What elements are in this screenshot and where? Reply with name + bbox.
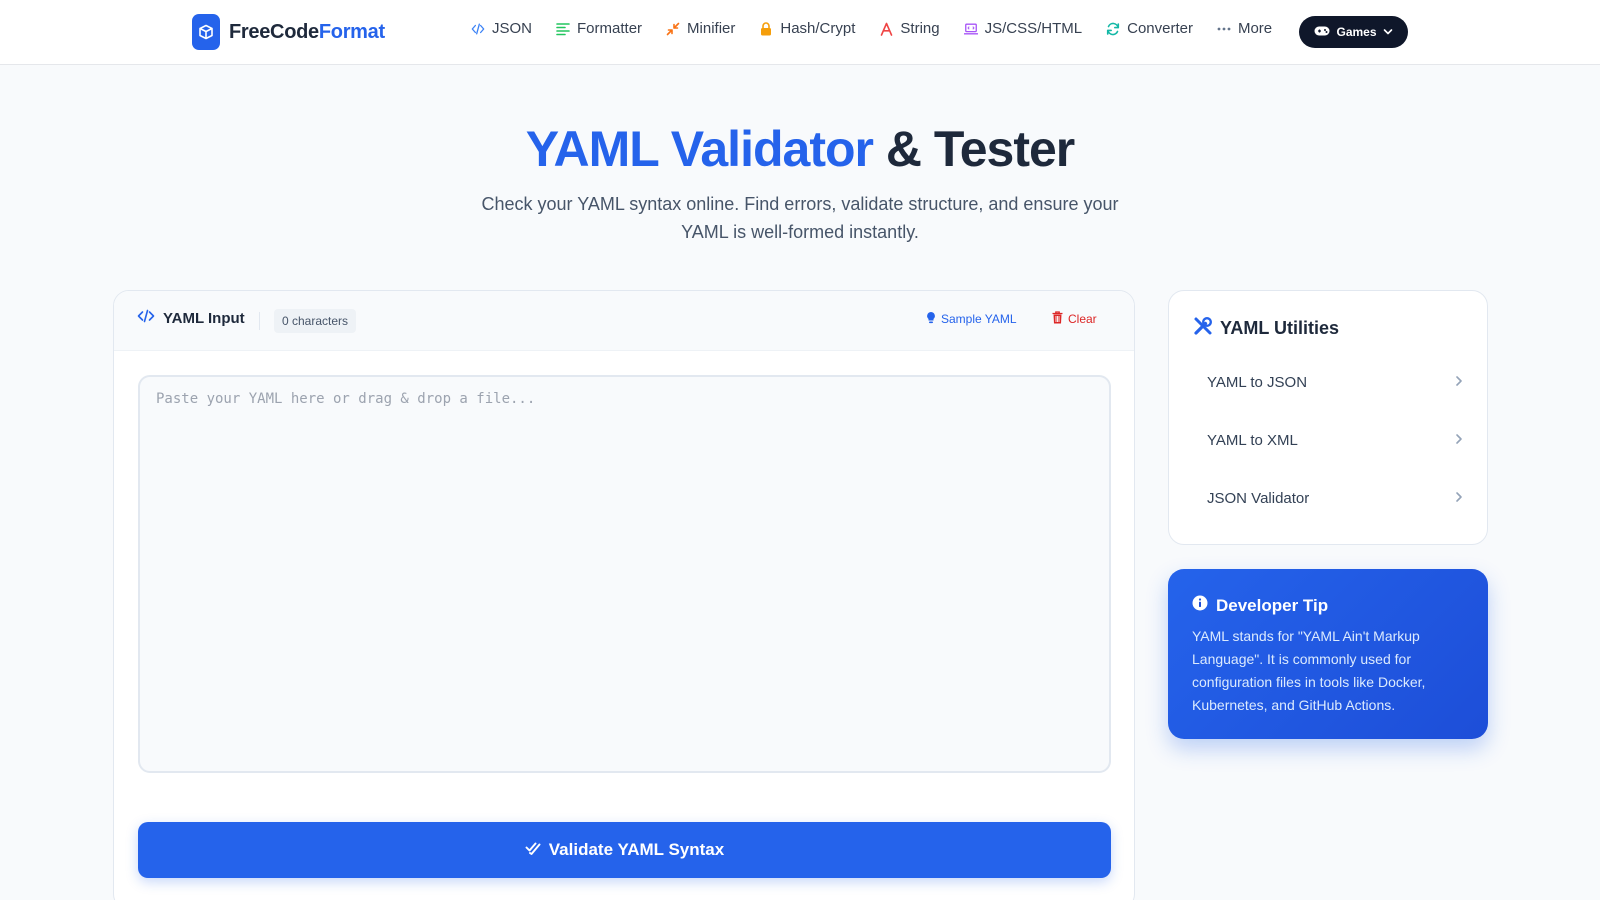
- main-nav: JSON Formatter Minifier Hash/Crypt Strin…: [471, 20, 1296, 37]
- utility-link-yaml-to-json[interactable]: YAML to JSON: [1183, 353, 1473, 411]
- brand-name-part2: Format: [318, 20, 385, 43]
- page-title-rest: & Tester: [885, 121, 1075, 177]
- brand-name: FreeCodeFormat: [229, 21, 385, 44]
- nav-item-label: Converter: [1127, 20, 1193, 37]
- yaml-utilities-card: YAML Utilities YAML to JSON YAML to XML …: [1168, 290, 1488, 545]
- nav-item-js-css-html[interactable]: JS/CSS/HTML: [963, 20, 1083, 37]
- font-icon: [879, 22, 893, 36]
- chevron-right-icon: [1455, 432, 1463, 449]
- nav-item-label: Hash/Crypt: [780, 20, 856, 37]
- utilities-title-label: YAML Utilities: [1220, 318, 1340, 338]
- nav-item-label: More: [1237, 20, 1273, 37]
- input-title-label: YAML Input: [163, 309, 245, 327]
- validate-label: Validate YAML Syntax: [548, 840, 725, 859]
- lock-icon: [759, 21, 773, 36]
- page-title: YAML Validator & Tester: [0, 120, 1600, 178]
- utility-link-label: YAML to JSON: [1207, 373, 1308, 391]
- clear-button[interactable]: Clear: [1052, 311, 1097, 327]
- info-circle-icon: [1192, 595, 1208, 616]
- tip-title-label: Developer Tip: [1216, 595, 1329, 615]
- nav-item-hash-crypt[interactable]: Hash/Crypt: [759, 20, 855, 37]
- games-label: Games: [1336, 25, 1377, 39]
- validate-yaml-button[interactable]: Validate YAML Syntax: [138, 822, 1111, 878]
- yaml-input-card: YAML Input 0 characters Sample YAML Clea…: [113, 290, 1135, 900]
- page-subtitle: Check your YAML syntax online. Find erro…: [481, 194, 1119, 242]
- compress-icon: [666, 22, 680, 36]
- yaml-input-textarea[interactable]: [138, 375, 1111, 773]
- laptop-code-icon: [963, 22, 978, 36]
- double-check-icon: [525, 840, 541, 860]
- utilities-title: YAML Utilities: [1193, 316, 1339, 341]
- ellipsis-icon: [1217, 22, 1231, 36]
- top-navbar: FreeCodeFormat JSON Formatter Minifier H…: [0, 0, 1600, 65]
- sample-yaml-label: Sample YAML: [941, 312, 1017, 326]
- chevron-down-icon: [1383, 25, 1393, 39]
- character-count-badge: 0 characters: [274, 309, 357, 333]
- input-card-header: YAML Input 0 characters Sample YAML Clea…: [114, 291, 1134, 351]
- clear-label: Clear: [1068, 312, 1097, 326]
- brand-logo-link[interactable]: FreeCodeFormat: [192, 14, 385, 50]
- nav-item-label: Formatter: [577, 20, 643, 37]
- nav-item-label: JS/CSS/HTML: [984, 20, 1083, 37]
- nav-item-label: String: [900, 20, 940, 37]
- nav-item-json[interactable]: JSON: [471, 20, 532, 37]
- input-title: YAML Input: [137, 309, 245, 327]
- utility-link-label: YAML to XML: [1207, 431, 1298, 449]
- nav-item-formatter[interactable]: Formatter: [556, 20, 642, 37]
- code-icon: [471, 22, 485, 36]
- utility-link-label: JSON Validator: [1207, 489, 1310, 507]
- tip-title: Developer Tip: [1192, 595, 1328, 616]
- nav-item-more[interactable]: More: [1217, 20, 1272, 37]
- chevron-right-icon: [1455, 374, 1463, 391]
- nav-item-label: JSON: [492, 20, 533, 37]
- brand-name-part1: FreeCode: [229, 20, 319, 43]
- lightbulb-icon: [926, 311, 936, 327]
- developer-tip-card: Developer Tip YAML stands for "YAML Ain'…: [1168, 569, 1488, 739]
- trash-icon: [1052, 311, 1063, 327]
- sample-yaml-button[interactable]: Sample YAML: [926, 311, 1017, 327]
- cube-logo-icon: [192, 14, 220, 50]
- tools-icon: [1193, 316, 1213, 341]
- nav-item-converter[interactable]: Converter: [1106, 20, 1193, 37]
- code-icon: [137, 309, 155, 327]
- nav-item-minifier[interactable]: Minifier: [666, 20, 735, 37]
- chevron-right-icon: [1455, 490, 1463, 507]
- nav-item-string[interactable]: String: [879, 20, 940, 37]
- align-left-icon: [556, 22, 570, 36]
- gamepad-icon: [1314, 25, 1330, 40]
- utility-link-json-validator[interactable]: JSON Validator: [1183, 469, 1473, 527]
- header-divider: [259, 312, 260, 330]
- page-title-accent: YAML Validator: [525, 121, 874, 177]
- utility-link-yaml-to-xml[interactable]: YAML to XML: [1183, 411, 1473, 469]
- utilities-list: YAML to JSON YAML to XML JSON Validator: [1183, 353, 1473, 527]
- sync-icon: [1106, 22, 1120, 36]
- nav-item-label: Minifier: [687, 20, 736, 37]
- tip-body: YAML stands for "YAML Ain't Markup Langu…: [1192, 628, 1426, 713]
- games-dropdown-button[interactable]: Games: [1299, 16, 1408, 48]
